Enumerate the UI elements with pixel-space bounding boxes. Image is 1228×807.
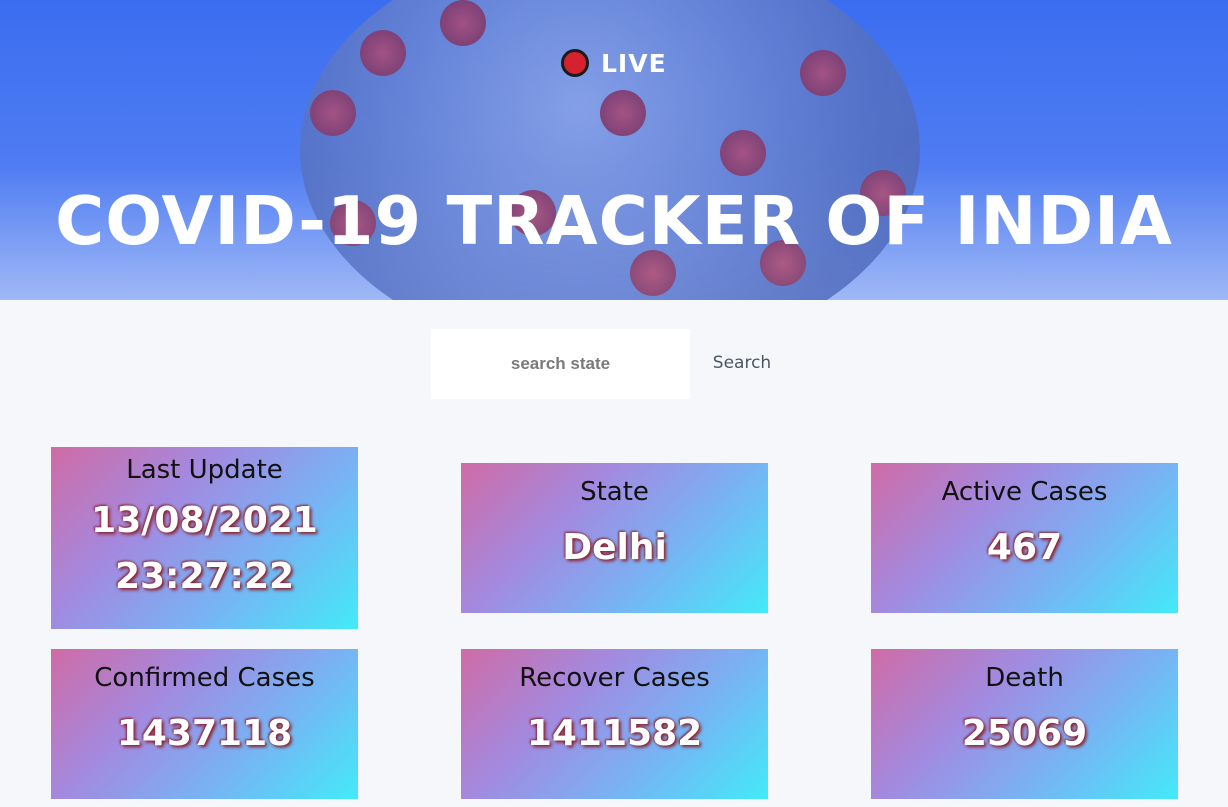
death-value: 25069 bbox=[961, 713, 1088, 754]
last-update-label: Last Update bbox=[126, 455, 283, 485]
confirmed-cases-card: Confirmed Cases 1437118 bbox=[51, 649, 358, 799]
live-indicator: LIVE bbox=[561, 46, 667, 80]
search-button[interactable]: Search bbox=[700, 340, 784, 386]
active-cases-value: 467 bbox=[986, 527, 1063, 568]
last-update-date: 13/08/2021 bbox=[91, 500, 318, 541]
confirmed-cases-label: Confirmed Cases bbox=[94, 663, 315, 693]
state-value: Delhi bbox=[562, 527, 667, 568]
page-title: COVID-19 TRACKER OF INDIA bbox=[55, 182, 1173, 260]
live-label: LIVE bbox=[601, 48, 667, 78]
confirmed-cases-value: 1437118 bbox=[116, 713, 293, 754]
live-dot-icon bbox=[561, 49, 589, 77]
active-cases-card: Active Cases 467 bbox=[871, 463, 1178, 613]
recover-cases-card: Recover Cases 1411582 bbox=[461, 649, 768, 799]
death-card: Death 25069 bbox=[871, 649, 1178, 799]
death-label: Death bbox=[985, 663, 1064, 693]
recover-cases-label: Recover Cases bbox=[519, 663, 710, 693]
last-update-time: 23:27:22 bbox=[114, 556, 295, 597]
search-input[interactable] bbox=[431, 329, 690, 399]
state-card: State Delhi bbox=[461, 463, 768, 613]
hero-banner: LIVE COVID-19 TRACKER OF INDIA bbox=[0, 0, 1228, 300]
last-update-card: Last Update 13/08/2021 23:27:22 bbox=[51, 447, 358, 629]
state-label: State bbox=[580, 477, 649, 507]
active-cases-label: Active Cases bbox=[941, 477, 1108, 507]
recover-cases-value: 1411582 bbox=[526, 713, 703, 754]
